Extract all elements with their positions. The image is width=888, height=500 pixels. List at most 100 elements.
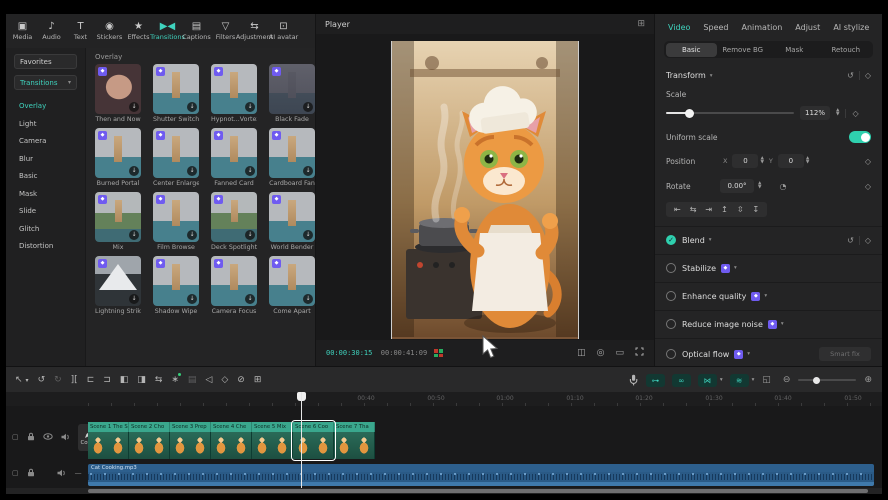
- transition-thumbnail[interactable]: ◆↓: [153, 128, 199, 178]
- fullscreen-icon[interactable]: [635, 347, 644, 359]
- zoom-out-icon[interactable]: ⊖: [783, 375, 791, 385]
- chevron-down-icon[interactable]: ▾: [752, 377, 755, 383]
- timeline-clip-6[interactable]: Scene 6 Coo: [293, 422, 334, 459]
- undo-button[interactable]: ↺: [38, 375, 46, 385]
- align-left-icon[interactable]: ⇤: [674, 205, 681, 214]
- transition-thumbnail[interactable]: ◆↓: [95, 64, 141, 114]
- tab-video[interactable]: Video: [668, 23, 690, 32]
- link-button[interactable]: ∞: [672, 374, 691, 387]
- position-x-input[interactable]: 0: [732, 154, 758, 168]
- select-tool-button[interactable]: ↖: [15, 375, 23, 385]
- position-x-stepper[interactable]: ▲▼: [760, 157, 763, 166]
- transition-thumbnail[interactable]: ◆↓: [95, 192, 141, 242]
- keyframe-button[interactable]: ◇: [221, 375, 228, 385]
- mute-icon[interactable]: [57, 469, 67, 477]
- preview-quality-icon[interactable]: ◱: [762, 375, 771, 385]
- trim-left-button[interactable]: ⊏: [87, 375, 95, 385]
- trim-right-button[interactable]: ⊐: [103, 375, 111, 385]
- sidebar-item-slide[interactable]: Slide: [6, 203, 85, 221]
- toolbar-item-text[interactable]: TText: [66, 21, 95, 41]
- rotate-value-input[interactable]: 0.00°: [720, 179, 754, 193]
- mask-button[interactable]: ⊘: [237, 375, 245, 385]
- auto-ripple-button[interactable]: ≋: [730, 374, 749, 387]
- chevron-down-icon[interactable]: ▾: [747, 351, 750, 357]
- transition-thumbnail[interactable]: ◆↓: [153, 256, 199, 306]
- scrollbar-thumb[interactable]: [88, 489, 868, 493]
- sidebar-item-basic[interactable]: Basic: [6, 168, 85, 186]
- keyframe-diamond-icon[interactable]: ◇: [865, 236, 871, 245]
- subtab-retouch[interactable]: Retouch: [820, 43, 872, 57]
- transition-item[interactable]: ◆↓Then and Now: [95, 64, 141, 123]
- snapshot-icon[interactable]: ◎: [597, 348, 605, 358]
- sidebar-item-glitch[interactable]: Glitch: [6, 221, 85, 239]
- tab-animation[interactable]: Animation: [742, 23, 783, 32]
- compare-icon[interactable]: ◫: [577, 348, 586, 358]
- reverse-button[interactable]: ⇆: [155, 375, 163, 385]
- magnetic-button[interactable]: ⊶: [646, 374, 665, 387]
- audio-clip[interactable]: Cat Cooking.mp3: [88, 464, 874, 486]
- subtab-basic[interactable]: Basic: [666, 43, 718, 57]
- transition-thumbnail[interactable]: ◆↓: [95, 256, 141, 306]
- zoom-in-icon[interactable]: ⊕: [864, 375, 872, 385]
- delete-right-button[interactable]: ◨: [137, 375, 146, 385]
- toolbar-item-stickers[interactable]: ◉Stickers: [95, 21, 124, 41]
- transition-item[interactable]: ◆↓Fanned Card: [211, 128, 257, 187]
- optical-flow-action-button[interactable]: Smart fix: [819, 347, 871, 361]
- tab-ai-stylize[interactable]: AI stylize: [833, 23, 869, 32]
- transition-item[interactable]: ◆↓Shutter Switch: [153, 64, 199, 123]
- transition-thumbnail[interactable]: ◆↓: [211, 192, 257, 242]
- reduce-image-noise-checkbox[interactable]: [666, 319, 676, 329]
- blend-checkbox[interactable]: ✓: [666, 235, 676, 245]
- transition-thumbnail[interactable]: ◆↓: [153, 192, 199, 242]
- shortcut-button[interactable]: ⊞: [254, 375, 262, 385]
- timeline-clip-1[interactable]: Scene 1 The S: [88, 422, 129, 459]
- transition-item[interactable]: ◆↓Burned Portal: [95, 128, 141, 187]
- sidebar-item-overlay[interactable]: Overlay: [6, 98, 85, 116]
- stabilize-checkbox[interactable]: [666, 263, 676, 273]
- position-y-input[interactable]: 0: [778, 154, 804, 168]
- rotate-dial-icon[interactable]: ◔: [779, 182, 786, 191]
- lock-icon[interactable]: [27, 432, 35, 441]
- align-center-h-icon[interactable]: ⇆: [690, 205, 697, 214]
- align-top-icon[interactable]: ↥: [721, 205, 728, 214]
- reset-icon[interactable]: ↺: [847, 236, 854, 245]
- enhance-quality-checkbox[interactable]: [666, 291, 676, 301]
- keyframe-diamond-icon[interactable]: ◇: [852, 109, 858, 118]
- chevron-down-icon[interactable]: ▾: [764, 293, 767, 299]
- align-bottom-icon[interactable]: ↧: [753, 205, 760, 214]
- redo-button[interactable]: ↻: [54, 375, 62, 385]
- player-options-icon[interactable]: ⊞: [637, 19, 645, 29]
- chevron-down-icon[interactable]: ▾: [710, 73, 713, 79]
- timeline-clip-7[interactable]: Scene 7 Tha: [334, 422, 375, 459]
- timeline-clip-2[interactable]: Scene 2 Cho: [129, 422, 170, 459]
- split-button[interactable]: ][: [71, 375, 78, 385]
- timeline-clip-3[interactable]: Scene 3 Prep: [170, 422, 211, 459]
- uniform-scale-toggle[interactable]: [849, 131, 871, 143]
- subtab-mask[interactable]: Mask: [769, 43, 821, 57]
- scale-stepper[interactable]: ▲▼: [836, 109, 839, 118]
- transition-item[interactable]: ◆↓Mix: [95, 192, 141, 251]
- scale-slider[interactable]: [666, 112, 794, 114]
- transition-item[interactable]: ◆↓Hypnot...Vortex: [211, 64, 257, 123]
- transition-item[interactable]: ◆↓Black Fade: [269, 64, 315, 123]
- toolbar-item-audio[interactable]: ♪Audio: [37, 21, 66, 41]
- smart-edit-button[interactable]: ∗: [171, 375, 179, 385]
- transition-thumbnail[interactable]: ◆↓: [269, 192, 315, 242]
- align-right-icon[interactable]: ⇥: [705, 205, 712, 214]
- tab-speed[interactable]: Speed: [703, 23, 728, 32]
- tab-adjust[interactable]: Adjust: [795, 23, 820, 32]
- optical-flow-checkbox[interactable]: [666, 349, 676, 359]
- track-collapse-icon[interactable]: —: [75, 469, 82, 477]
- chevron-down-icon[interactable]: ▾: [781, 321, 784, 327]
- keyframe-diamond-icon[interactable]: ◇: [865, 182, 871, 191]
- transitions-group-button[interactable]: Transitions ▾: [14, 75, 77, 90]
- sidebar-item-distortion[interactable]: Distortion: [6, 238, 85, 256]
- reset-icon[interactable]: ↺: [847, 71, 854, 80]
- timeline-clip-5[interactable]: Scene 5 Mix: [252, 422, 293, 459]
- transition-item[interactable]: ◆↓Deck Spotlight: [211, 192, 257, 251]
- rotate-stepper[interactable]: ▲▼: [758, 182, 761, 191]
- transition-thumbnail[interactable]: ◆↓: [153, 64, 199, 114]
- toolbar-item-transitions[interactable]: ▶◀Transitions: [153, 21, 182, 41]
- transition-item[interactable]: ◆↓Lightning Strike: [95, 256, 141, 315]
- toolbar-item-ai-avatar[interactable]: ⊡AI avatar: [269, 21, 298, 41]
